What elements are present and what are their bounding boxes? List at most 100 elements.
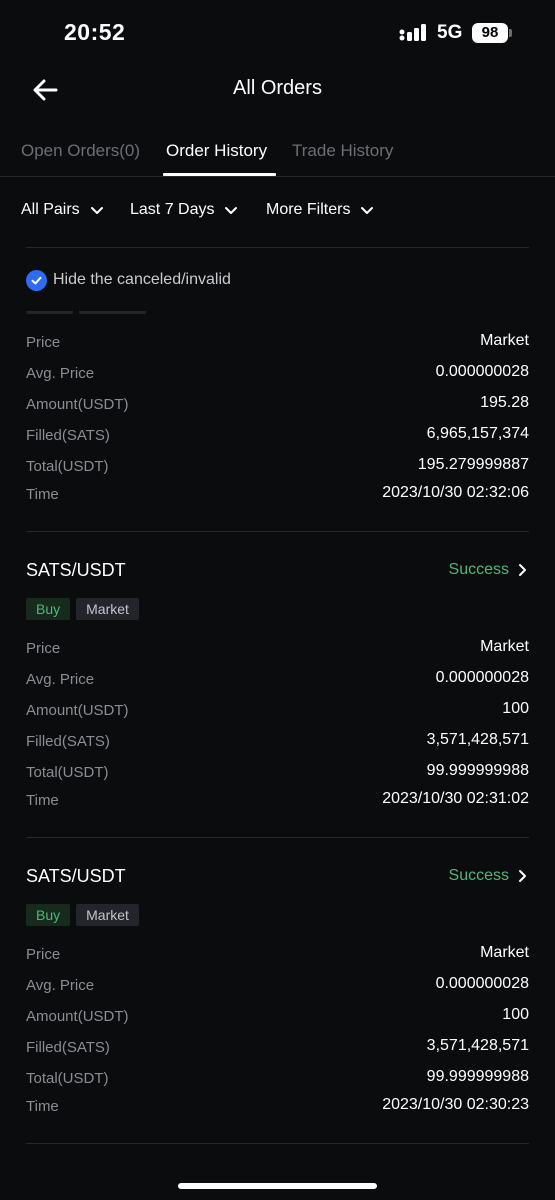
divider <box>26 1143 529 1144</box>
row-label: Total(USDT) <box>26 458 109 475</box>
order-row-filled: Filled(SATS) 3,571,428,571 <box>26 1037 529 1061</box>
order-row-price: Price Market <box>26 638 529 662</box>
row-label: Filled(SATS) <box>26 1039 110 1056</box>
order-row-avg-price: Avg. Price 0.000000028 <box>26 363 529 387</box>
active-tab-indicator <box>163 173 276 176</box>
filter-bar: All Pairs Last 7 Days More Filters <box>0 193 555 233</box>
order-pair: SATS/USDT <box>26 866 126 886</box>
order-card[interactable]: SATS/USDT Success Buy Market Price Market… <box>26 560 529 809</box>
battery-cap <box>509 29 512 37</box>
row-label: Total(USDT) <box>26 764 109 781</box>
partial-tag-market <box>79 311 146 314</box>
row-value: 195.279999887 <box>417 456 529 473</box>
tab-order-history[interactable]: Order History <box>166 141 267 161</box>
order-status: Success <box>448 561 509 578</box>
row-label: Amount(USDT) <box>26 396 129 413</box>
row-label: Price <box>26 334 61 351</box>
chevron-right-icon <box>519 870 526 882</box>
battery-level: 98 <box>481 24 499 41</box>
row-label: Price <box>26 946 61 963</box>
order-row-filled: Filled(SATS) 3,571,428,571 <box>26 731 529 755</box>
chevron-down-icon <box>225 207 238 214</box>
row-label: Time <box>26 1098 59 1115</box>
order-row-total: Total(USDT) 195.279999887 <box>26 456 529 480</box>
order-type-badge: Market <box>76 904 139 926</box>
cellular-signal-icon <box>399 24 426 41</box>
row-value: Market <box>480 332 529 349</box>
checkmark-icon <box>26 269 47 291</box>
row-value: 0.000000028 <box>435 669 529 686</box>
row-value: 2023/10/30 02:30:23 <box>382 1096 529 1113</box>
order-type-badge: Market <box>76 598 139 620</box>
row-label: Avg. Price <box>26 671 95 688</box>
order-pair: SATS/USDT <box>26 560 126 580</box>
row-label: Time <box>26 486 59 503</box>
tab-trade-history[interactable]: Trade History <box>292 141 393 161</box>
row-value: 99.999999988 <box>426 1068 529 1085</box>
order-row-price: Price Market <box>26 332 529 356</box>
row-value: 6,965,157,374 <box>426 425 529 442</box>
tab-bar: Open Orders(0) Order History Trade Histo… <box>0 127 555 177</box>
row-label: Avg. Price <box>26 365 95 382</box>
network-type: 5G <box>437 22 463 43</box>
row-value: 2023/10/30 02:31:02 <box>382 790 529 807</box>
row-value: 3,571,428,571 <box>426 731 529 748</box>
row-label: Time <box>26 792 59 809</box>
status-bar: 20:52 5G 98 <box>0 0 555 66</box>
side-badge: Buy <box>26 598 71 620</box>
row-label: Avg. Price <box>26 977 95 994</box>
home-indicator[interactable] <box>178 1183 377 1189</box>
row-label: Amount(USDT) <box>26 702 129 719</box>
filter-all-pairs-label: All Pairs <box>21 201 80 218</box>
order-row-total: Total(USDT) 99.999999988 <box>26 762 529 786</box>
side-badge: Buy <box>26 904 71 926</box>
order-row-filled: Filled(SATS) 6,965,157,374 <box>26 425 529 449</box>
row-label: Total(USDT) <box>26 1070 109 1087</box>
divider <box>26 531 529 532</box>
filter-more[interactable]: More Filters <box>266 201 375 219</box>
row-value: 2023/10/30 02:32:06 <box>382 484 529 501</box>
order-row-time: Time 2023/10/30 02:30:23 <box>26 1096 529 1120</box>
row-value: 99.999999988 <box>426 762 529 779</box>
filter-date-range-label: Last 7 Days <box>130 201 215 218</box>
chevron-right-icon <box>519 564 526 576</box>
order-status-link[interactable]: Success <box>449 561 529 579</box>
hide-canceled-checkbox[interactable]: Hide the canceled/invalid <box>26 268 231 292</box>
chevron-down-icon <box>361 207 374 214</box>
row-value: 100 <box>502 1006 529 1023</box>
row-value: Market <box>480 944 529 961</box>
row-value: 195.28 <box>480 394 529 411</box>
row-label: Filled(SATS) <box>26 427 110 444</box>
status-time: 20:52 <box>64 19 126 45</box>
nav-header: All Orders <box>0 66 555 116</box>
row-label: Amount(USDT) <box>26 1008 129 1025</box>
row-value: 0.000000028 <box>435 363 529 380</box>
filter-date-range[interactable]: Last 7 Days <box>130 201 239 219</box>
order-row-total: Total(USDT) 99.999999988 <box>26 1068 529 1092</box>
chevron-down-icon <box>90 207 103 214</box>
filter-more-label: More Filters <box>266 201 351 218</box>
order-status-link[interactable]: Success <box>449 867 529 885</box>
order-row-time: Time 2023/10/30 02:31:02 <box>26 790 529 814</box>
order-card[interactable]: SATS/USDT Success Buy Market Price Market… <box>26 866 529 1115</box>
order-row-amount: Amount(USDT) 100 <box>26 1006 529 1030</box>
order-row-amount: Amount(USDT) 100 <box>26 700 529 724</box>
row-value: 0.000000028 <box>435 975 529 992</box>
filter-all-pairs[interactable]: All Pairs <box>21 201 105 219</box>
hide-canceled-label: Hide the canceled/invalid <box>53 271 231 288</box>
row-value: 100 <box>502 700 529 717</box>
order-row-time: Time 2023/10/30 02:32:06 <box>26 484 529 508</box>
order-status: Success <box>448 867 509 884</box>
tab-open-orders[interactable]: Open Orders(0) <box>21 141 140 161</box>
row-value: Market <box>480 638 529 655</box>
order-row-price: Price Market <box>26 944 529 968</box>
row-label: Filled(SATS) <box>26 733 110 750</box>
battery-icon: 98 <box>472 23 508 43</box>
order-row-avg-price: Avg. Price 0.000000028 <box>26 669 529 693</box>
page-title: All Orders <box>233 77 322 99</box>
row-value: 3,571,428,571 <box>426 1037 529 1054</box>
partial-tag-buy <box>26 311 73 314</box>
row-label: Price <box>26 640 61 657</box>
divider <box>26 247 529 248</box>
order-row-avg-price: Avg. Price 0.000000028 <box>26 975 529 999</box>
